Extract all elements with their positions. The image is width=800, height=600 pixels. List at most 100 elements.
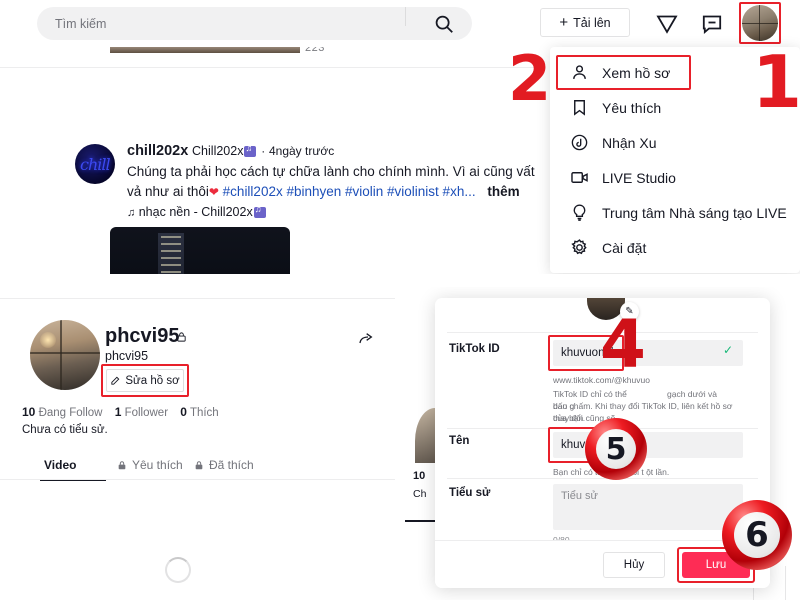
share-icon[interactable]	[358, 331, 374, 347]
tab-videos[interactable]: Video	[44, 450, 76, 480]
background-bio: Ch	[413, 488, 427, 500]
coin-icon	[570, 133, 589, 152]
plus-icon: +	[559, 14, 569, 31]
screenshot-root: 223 chill chill202x Chill202x · 4ngày tr…	[0, 0, 800, 600]
lock-icon-liked	[194, 460, 204, 471]
bg-divider-1	[785, 566, 786, 600]
lightbulb-icon	[570, 203, 589, 222]
profile-tabs: Video Yêu thích Đã thích	[22, 450, 377, 481]
menu-item-favorites[interactable]: Yêu thích	[550, 90, 800, 125]
menu-label-get-coins: Nhận Xu	[602, 134, 657, 151]
tiktok-id-url-hint: www.tiktok.com/@khuvuo	[553, 375, 650, 385]
post-timestamp: 4ngày trước	[268, 144, 335, 158]
step-marker-5-digit: 5	[605, 431, 627, 467]
lock-icon	[176, 331, 187, 343]
video-window-lights	[161, 236, 181, 274]
user-avatar[interactable]	[742, 5, 778, 41]
menu-label-favorites: Yêu thích	[602, 99, 662, 116]
bio-textarea[interactable]: Tiểu sử	[553, 484, 743, 530]
post-music-row[interactable]: ♫ nhạc nền - Chill202x	[127, 204, 267, 219]
upload-button[interactable]: + Tải lên	[540, 8, 630, 37]
name-help: Bạn chỉ có thể thay đổi t ột lần.	[553, 467, 670, 477]
avatar-sun-glow	[40, 332, 56, 348]
tabs-bottom-rule	[0, 479, 395, 480]
search-icon[interactable]	[433, 13, 455, 35]
avatar-image	[742, 5, 778, 41]
menu-label-settings: Cài đặt	[602, 239, 647, 256]
profile-avatar[interactable]	[30, 320, 100, 390]
tab-liked[interactable]: Đã thích	[194, 450, 254, 480]
tiktok-id-value: khuvuonnho19	[561, 347, 637, 359]
panel-separator-horizontal	[0, 274, 800, 287]
bookmark-icon	[570, 98, 589, 117]
loading-spinner	[165, 557, 191, 583]
step-marker-5: 5	[585, 418, 647, 480]
profile-page-panel: phcvi95 phcvi95 Sửa hồ sơ 10 Đang Follow…	[0, 287, 395, 600]
gear-icon	[570, 238, 589, 257]
panel-separator-vertical	[395, 287, 405, 600]
post-caption: Chúng ta phải học cách tự chữa lành cho …	[127, 162, 547, 202]
top-navigation-bar: Tìm kiếm + Tải lên	[0, 0, 800, 47]
bio-label: Tiểu sử	[449, 487, 491, 499]
search-divider	[405, 7, 406, 26]
video-camera-icon	[570, 168, 589, 187]
tab-videos-label: Video	[44, 458, 77, 472]
dialog-avatar-edit-icon[interactable]: ✎	[620, 302, 639, 321]
profile-bio-empty: Chưa có tiểu sử.	[22, 424, 108, 436]
background-tab-underline	[405, 520, 439, 522]
dialog-rule-3	[447, 478, 758, 479]
step-marker-6-digit: 6	[745, 515, 769, 555]
menu-label-creator-center: Trung tâm Nhà sáng tạo LIVE	[602, 204, 787, 221]
profile-dropdown-menu: Xem hồ sơ Yêu thích Nhận Xu LIVE Studio	[550, 47, 800, 273]
tiktok-id-input[interactable]: khuvuonnho19	[553, 340, 743, 366]
avatar-scribble-icon: chill	[80, 155, 111, 174]
profile-top-divider	[0, 298, 395, 299]
menu-label-live-studio: LIVE Studio	[602, 169, 676, 186]
post-music-label: nhạc nền - Chill202x	[138, 205, 253, 219]
menu-item-settings[interactable]: Cài đặt	[550, 230, 800, 265]
search-input[interactable]: Tìm kiếm	[37, 7, 472, 40]
tiktok-feed-panel: 223 chill chill202x Chill202x · 4ngày tr…	[0, 0, 800, 274]
step-marker-6: 6	[722, 500, 792, 570]
post-separator: ·	[261, 144, 266, 158]
tab-favorites[interactable]: Yêu thích	[117, 450, 183, 480]
upload-label: Tải lên	[573, 15, 611, 30]
dialog-footer: Hủy Lưu	[435, 540, 770, 588]
post-hashtags[interactable]: #chill202x #binhyen #violin #violinist #…	[223, 184, 476, 199]
music-badge-icon	[244, 143, 257, 157]
followers-label: Follower	[124, 407, 169, 419]
post-video-thumbnail[interactable]	[110, 227, 290, 274]
following-label: Đang Follow	[38, 407, 103, 419]
post-username[interactable]: chill202x	[127, 143, 188, 159]
message-icon[interactable]	[700, 12, 724, 36]
music-note-icon: ♫	[127, 207, 136, 219]
profile-display-name: phcvi95	[105, 325, 180, 347]
tab-favorites-label: Yêu thích	[132, 458, 183, 472]
bio-placeholder: Tiểu sử	[561, 490, 598, 502]
post-more-link[interactable]: thêm	[487, 184, 519, 199]
caption-line-2: vả như ai thôi	[127, 184, 209, 199]
search-placeholder: Tìm kiếm	[55, 16, 107, 31]
followers-count: 1	[114, 405, 122, 419]
background-following-count: 10	[413, 470, 425, 482]
caption-line-1: Chúng ta phải học cách tự chữa lành cho …	[127, 164, 535, 179]
name-label: Tên	[449, 435, 470, 447]
menu-item-get-coins[interactable]: Nhận Xu	[550, 125, 800, 160]
highlight-box-edit-profile	[101, 364, 189, 397]
name-input[interactable]: khuvuonnho	[553, 432, 743, 458]
menu-item-creator-center[interactable]: Trung tâm Nhà sáng tạo LIVE	[550, 195, 800, 230]
cancel-button[interactable]: Hủy	[603, 552, 665, 578]
tiktok-id-help-2: gạch dưới và	[667, 389, 718, 399]
post-author-avatar[interactable]: chill	[75, 144, 115, 184]
post-header: chill202x Chill202x · 4ngày trước	[127, 143, 334, 159]
highlight-box-view-profile	[556, 55, 691, 90]
menu-item-live-studio[interactable]: LIVE Studio	[550, 160, 800, 195]
heart-emoji-icon: ❤	[208, 185, 219, 199]
tiktok-id-label: TikTok ID	[449, 343, 500, 355]
profile-handle: phcvi95	[105, 349, 149, 363]
lock-icon-favorites	[117, 460, 127, 471]
send-icon[interactable]	[655, 12, 679, 36]
tab-liked-label: Đã thích	[209, 458, 254, 472]
post-nickname: Chill202x	[192, 144, 244, 158]
dialog-rule-1	[447, 332, 758, 333]
